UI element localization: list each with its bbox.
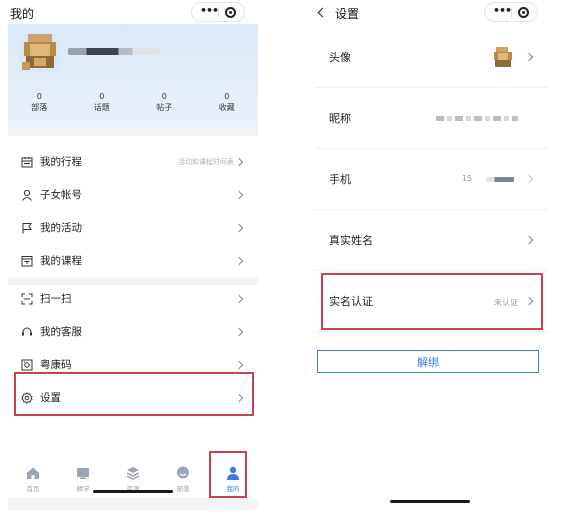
course-icon xyxy=(20,254,34,268)
menu-item-my-itinerary[interactable]: 我的行程 活动和课程时间表 xyxy=(8,145,258,178)
itinerary-hint: 活动和课程时间表 xyxy=(178,157,234,166)
chat-icon xyxy=(177,466,189,479)
profile-stats: 0 部落 0 话题 0 帖子 0 收藏 xyxy=(8,92,258,113)
nav-bar: 我的 ••• xyxy=(8,0,258,24)
settings-row-phone[interactable]: 手机 15 xyxy=(315,149,548,210)
page-title: 我的 xyxy=(10,7,35,21)
settings-screen: 设置 ••• 头像 昵称 手机 15 真实姓名 实名认证 未认证 解绑 xyxy=(311,0,548,520)
chevron-right-icon xyxy=(524,52,534,62)
more-icon[interactable]: ••• xyxy=(493,4,512,17)
chevron-right-icon xyxy=(524,174,534,184)
settings-row-real-name[interactable]: 真实姓名 xyxy=(315,210,548,271)
stat-favorites[interactable]: 0 收藏 xyxy=(196,92,259,113)
chevron-right-icon xyxy=(234,190,244,199)
unbind-button[interactable]: 解绑 xyxy=(317,350,539,373)
home-icon xyxy=(27,467,39,479)
home-indicator xyxy=(389,500,470,503)
highlight-verification xyxy=(321,273,543,330)
username-redacted xyxy=(68,48,160,55)
tab-home[interactable]: 首页 xyxy=(8,462,58,498)
scan-icon xyxy=(20,292,34,306)
miniprogram-capsule[interactable]: ••• xyxy=(191,2,245,22)
person-icon xyxy=(20,188,34,202)
profile-header[interactable]: 0 部落 0 话题 0 帖子 0 收藏 xyxy=(8,24,258,128)
layers-icon xyxy=(126,467,140,480)
phone-redacted xyxy=(486,177,514,182)
close-miniprogram-icon[interactable] xyxy=(225,7,236,18)
settings-row-nickname[interactable]: 昵称 xyxy=(315,88,548,149)
menu-item-customer-service[interactable]: 我的客服 xyxy=(8,315,258,348)
chevron-right-icon xyxy=(234,360,244,369)
chevron-right-icon xyxy=(234,223,244,232)
stat-topics[interactable]: 0 话题 xyxy=(71,92,134,113)
avatar xyxy=(492,46,514,68)
miniprogram-capsule[interactable]: ••• xyxy=(484,2,538,22)
highlight-settings xyxy=(14,372,254,416)
menu-item-scan[interactable]: 扫一扫 xyxy=(8,282,258,315)
stat-posts[interactable]: 0 帖子 xyxy=(133,92,196,113)
menu-item-child-accounts[interactable]: 子女帐号 xyxy=(8,178,258,211)
nickname-redacted xyxy=(436,116,518,121)
menu-item-my-activities[interactable]: 我的活动 xyxy=(8,211,258,244)
health-code-icon xyxy=(20,358,34,372)
chevron-right-icon xyxy=(524,235,534,245)
chevron-right-icon xyxy=(234,327,244,336)
more-icon[interactable]: ••• xyxy=(200,4,219,17)
home-indicator xyxy=(93,490,173,493)
nav-bar: 设置 ••• xyxy=(311,0,548,24)
avatar[interactable] xyxy=(20,32,60,72)
study-icon xyxy=(77,468,89,479)
menu-item-my-courses[interactable]: 我的课程 xyxy=(8,244,258,277)
flag-icon xyxy=(20,221,34,235)
my-page-screen: 我的 ••• 0 部落 0 话题 0 帖子 0 收藏 我的行程 活动和课程时间表… xyxy=(8,0,258,520)
back-icon[interactable] xyxy=(317,7,328,18)
stat-tribes[interactable]: 0 部落 xyxy=(8,92,71,113)
page-title: 设置 xyxy=(335,7,360,21)
settings-row-avatar[interactable]: 头像 xyxy=(315,27,548,88)
calendar-icon xyxy=(20,155,34,169)
phone-prefix: 15 xyxy=(461,174,472,183)
highlight-mine-tab xyxy=(209,451,247,498)
menu-group-1: 我的行程 活动和课程时间表 子女帐号 我的活动 我的课程 xyxy=(8,145,258,277)
chevron-right-icon xyxy=(234,157,244,166)
section-divider xyxy=(8,128,258,136)
close-miniprogram-icon[interactable] xyxy=(518,7,529,18)
chevron-right-icon xyxy=(234,256,244,265)
headset-icon xyxy=(20,325,34,339)
chevron-right-icon xyxy=(234,294,244,303)
